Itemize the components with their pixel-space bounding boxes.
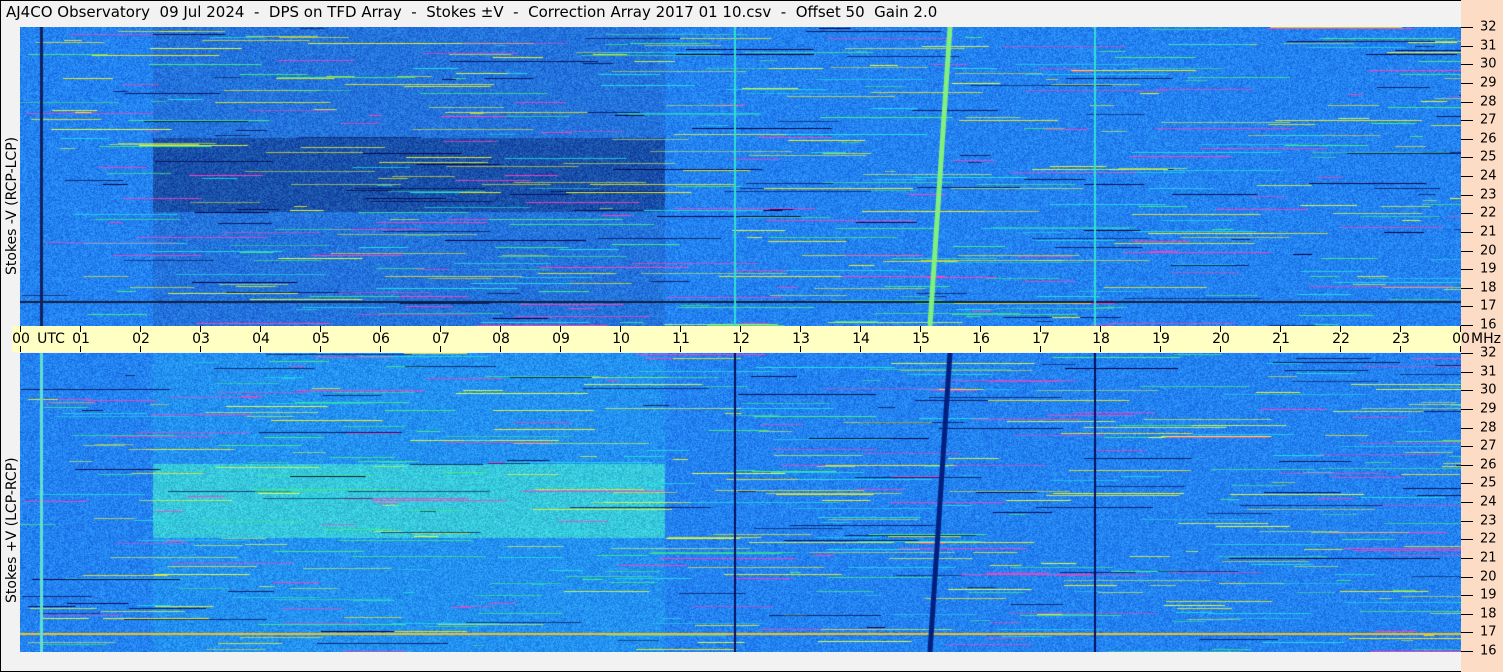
time-tick-label: 23 — [1392, 331, 1410, 347]
freq-tick-label: 19 — [1480, 261, 1497, 277]
freq-tick — [1461, 651, 1473, 652]
time-tick-label: 14 — [852, 331, 870, 347]
time-tick-label: 02 — [132, 331, 150, 347]
time-tick-label: 00 — [12, 331, 30, 347]
freq-tick — [1461, 102, 1473, 103]
freq-tick — [1461, 251, 1473, 252]
freq-tick-label: 17 — [1480, 298, 1497, 314]
freq-tick-label: 17 — [1480, 624, 1497, 640]
freq-tick-label: 25 — [1480, 149, 1497, 165]
time-tick-label: 12 — [732, 331, 750, 347]
freq-tick — [1461, 325, 1473, 326]
top-panel-ylabel: Stokes -V (RCP-LCP) — [4, 136, 20, 275]
freq-tick — [1461, 428, 1473, 429]
time-tick-label: 17 — [1032, 331, 1050, 347]
freq-tick — [1461, 558, 1473, 559]
time-tick-label: 06 — [372, 331, 390, 347]
time-tick-label: 08 — [492, 331, 510, 347]
time-tick-label: 00 — [1452, 331, 1470, 347]
spectrogram-stokes-plus-v — [20, 353, 1461, 652]
freq-tick-label: 21 — [1480, 224, 1497, 240]
freq-tick-label: 16 — [1480, 643, 1497, 659]
freq-tick — [1461, 632, 1473, 633]
freq-tick — [1461, 595, 1473, 596]
time-tick-label: 01 — [72, 331, 90, 347]
freq-tick — [1461, 465, 1473, 466]
freq-tick — [1461, 502, 1473, 503]
utc-label: UTC — [37, 331, 65, 347]
freq-tick — [1461, 288, 1473, 289]
time-tick-label: 22 — [1332, 331, 1350, 347]
freq-tick — [1461, 213, 1473, 214]
freq-tick-label: 16 — [1480, 317, 1497, 333]
time-tick-label: 04 — [252, 331, 270, 347]
freq-tick — [1461, 195, 1473, 196]
spectrogram-stokes-minus-v — [20, 27, 1461, 326]
freq-tick — [1461, 120, 1473, 121]
freq-tick — [1461, 139, 1473, 140]
freq-tick — [1461, 157, 1473, 158]
freq-tick-label: 28 — [1480, 420, 1497, 436]
freq-tick — [1461, 372, 1473, 373]
freq-tick-label: 32 — [1480, 19, 1497, 35]
freq-tick — [1461, 390, 1473, 391]
time-tick-label: 19 — [1152, 331, 1170, 347]
time-tick-label: 03 — [192, 331, 210, 347]
freq-tick-label: 18 — [1480, 280, 1497, 296]
freq-tick — [1461, 46, 1473, 47]
freq-tick — [1461, 64, 1473, 65]
freq-tick-label: 27 — [1480, 438, 1497, 454]
freq-tick-label: 20 — [1480, 569, 1497, 585]
freq-tick-label: 20 — [1480, 243, 1497, 259]
time-tick-label: 21 — [1272, 331, 1290, 347]
time-tick-label: 09 — [552, 331, 570, 347]
freq-tick — [1461, 409, 1473, 410]
time-tick-label: 07 — [432, 331, 450, 347]
freq-tick — [1461, 176, 1473, 177]
freq-tick-label: 31 — [1480, 38, 1497, 54]
time-tick-label: 11 — [672, 331, 690, 347]
freq-tick — [1461, 521, 1473, 522]
freq-tick-label: 19 — [1480, 587, 1497, 603]
freq-tick-label: 30 — [1480, 382, 1497, 398]
freq-tick-label: 23 — [1480, 513, 1497, 529]
freq-tick-label: 27 — [1480, 112, 1497, 128]
freq-tick — [1461, 353, 1473, 354]
freq-tick-label: 21 — [1480, 550, 1497, 566]
freq-tick — [1461, 577, 1473, 578]
freq-tick-label: 18 — [1480, 606, 1497, 622]
freq-tick — [1461, 446, 1473, 447]
freq-tick-label: 29 — [1480, 75, 1497, 91]
time-tick-label: 05 — [312, 331, 330, 347]
freq-tick — [1461, 306, 1473, 307]
freq-tick-label: 24 — [1480, 168, 1497, 184]
freq-tick — [1461, 614, 1473, 615]
time-tick-label: 16 — [972, 331, 990, 347]
plot-title: AJ4CO Observatory 09 Jul 2024 - DPS on T… — [6, 3, 938, 21]
freq-tick — [1461, 539, 1473, 540]
freq-tick-label: 32 — [1480, 345, 1497, 361]
bottom-panel-ylabel: Stokes +V (LCP-RCP) — [4, 457, 20, 603]
time-tick-label: 15 — [912, 331, 930, 347]
freq-tick-label: 30 — [1480, 56, 1497, 72]
freq-tick-label: 25 — [1480, 475, 1497, 491]
freq-tick — [1461, 83, 1473, 84]
freq-tick-label: 31 — [1480, 364, 1497, 380]
freq-tick-label: 23 — [1480, 187, 1497, 203]
freq-tick-label: 26 — [1480, 131, 1497, 147]
freq-tick — [1461, 232, 1473, 233]
freq-tick — [1461, 483, 1473, 484]
freq-tick-label: 22 — [1480, 205, 1497, 221]
freq-tick-label: 22 — [1480, 531, 1497, 547]
freq-tick — [1461, 269, 1473, 270]
freq-tick-label: 26 — [1480, 457, 1497, 473]
freq-tick-label: 28 — [1480, 94, 1497, 110]
time-tick-label: 20 — [1212, 331, 1230, 347]
freq-tick-label: 29 — [1480, 401, 1497, 417]
time-tick-label: 13 — [792, 331, 810, 347]
time-tick-label: 10 — [612, 331, 630, 347]
time-tick-label: 18 — [1092, 331, 1110, 347]
freq-tick-label: 24 — [1480, 494, 1497, 510]
freq-tick — [1461, 27, 1473, 28]
